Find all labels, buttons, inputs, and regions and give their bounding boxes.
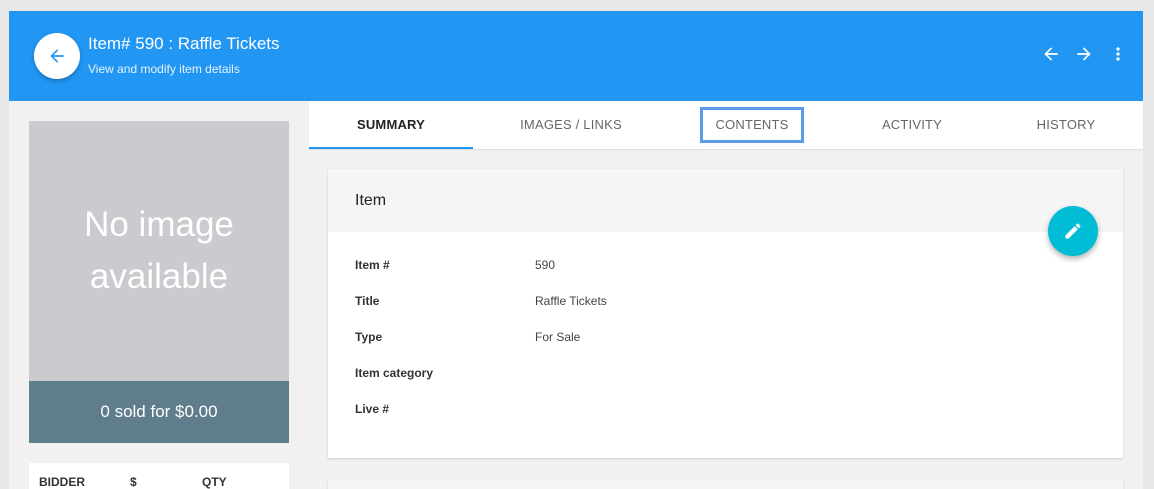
card-title: Item — [355, 192, 387, 209]
no-image-line2: available — [89, 257, 229, 296]
amount-column-header[interactable]: $ — [130, 475, 137, 489]
field-label: Item category — [355, 366, 434, 380]
arrow-left-icon — [1044, 47, 1058, 61]
card-header: Item — [328, 169, 1123, 232]
no-image-placeholder: No image available — [29, 121, 289, 381]
bid-table-header: BIDDER $ QTY — [29, 463, 289, 489]
field-value: For Sale — [535, 330, 581, 344]
item-main: SUMMARY IMAGES / LINKS CONTENTS ACTIVITY… — [309, 101, 1143, 489]
active-tab-indicator — [309, 147, 473, 149]
pencil-icon — [1065, 223, 1081, 239]
item-details-card: Item Item # 590 Title Raffle Tickets Typ… — [328, 169, 1123, 458]
field-value: Raffle Tickets — [535, 294, 607, 308]
previous-item-button[interactable] — [1041, 44, 1061, 64]
arrow-right-icon — [1077, 47, 1091, 61]
field-label: Title — [355, 294, 380, 308]
qty-column-header[interactable]: QTY — [202, 475, 227, 489]
page-title: Item# 590 : Raffle Tickets — [88, 34, 280, 53]
bidder-column-header[interactable]: BIDDER — [39, 475, 85, 489]
app-frame: Item# 590 : Raffle Tickets View and modi… — [9, 11, 1143, 489]
arrow-left-icon — [50, 49, 64, 63]
no-image-line1: No image — [84, 205, 234, 244]
more-options-button[interactable] — [1108, 44, 1128, 64]
tab-contents-label: CONTENTS — [700, 107, 804, 143]
app-header: Item# 590 : Raffle Tickets View and modi… — [9, 11, 1143, 101]
edit-button[interactable] — [1048, 206, 1098, 256]
field-label: Type — [355, 330, 383, 344]
next-item-button[interactable] — [1074, 44, 1094, 64]
next-card — [328, 479, 1123, 489]
field-label: Item # — [355, 258, 390, 272]
tab-history[interactable]: HISTORY — [989, 101, 1143, 149]
tab-contents[interactable]: CONTENTS — [669, 101, 835, 149]
field-value: 590 — [535, 258, 556, 272]
field-label: Live # — [355, 402, 390, 416]
tab-summary[interactable]: SUMMARY — [309, 101, 473, 149]
sold-summary: 0 sold for $0.00 — [29, 381, 289, 443]
page-subtitle: View and modify item details — [88, 62, 240, 76]
more-vert-icon — [1116, 47, 1120, 61]
back-button[interactable] — [34, 33, 80, 79]
tab-images-links[interactable]: IMAGES / LINKS — [473, 101, 669, 149]
tab-activity[interactable]: ACTIVITY — [835, 101, 989, 149]
item-sidebar: No image available 0 sold for $0.00 BIDD… — [29, 121, 289, 489]
tab-bar: SUMMARY IMAGES / LINKS CONTENTS ACTIVITY… — [309, 101, 1143, 150]
